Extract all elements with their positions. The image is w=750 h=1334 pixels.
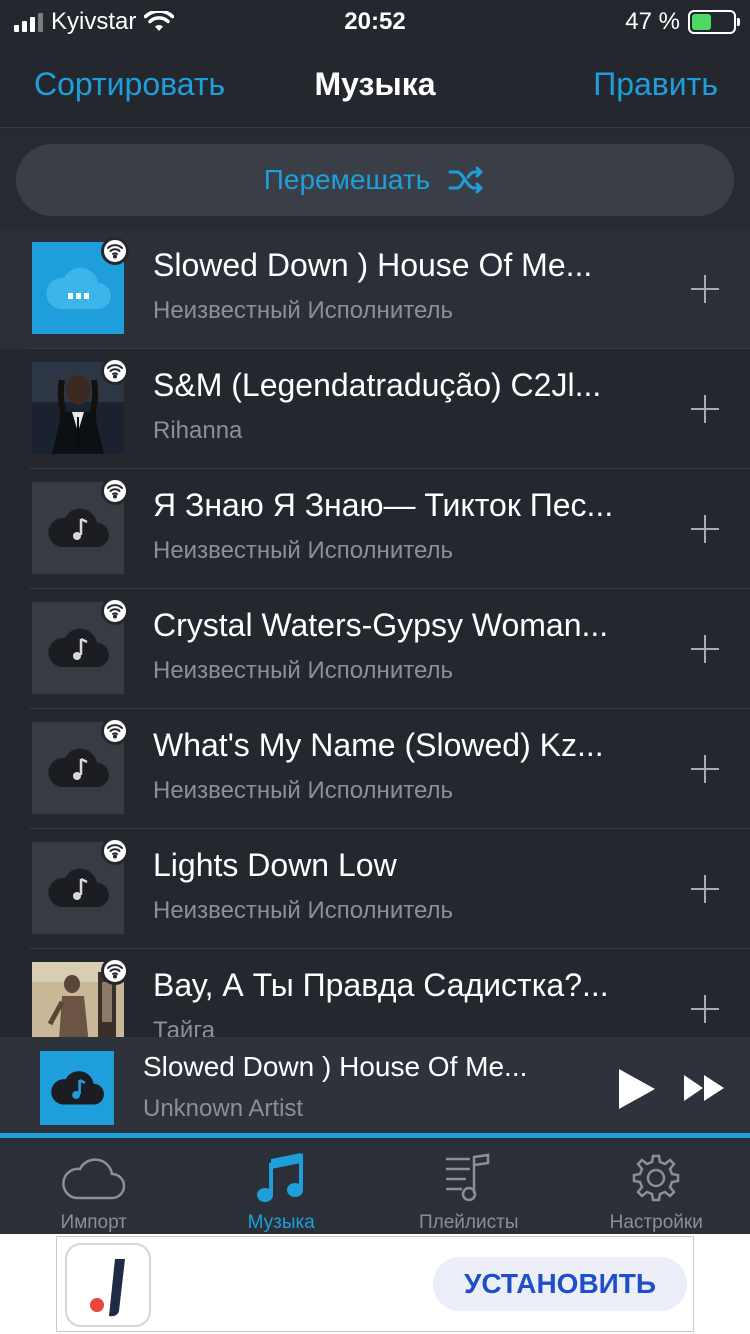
track-row[interactable]: Я Знаю Я Знаю— Тикток Пес... Неизвестный…	[0, 469, 750, 589]
app-logo-icon	[65, 1243, 151, 1327]
cloud-music-icon	[48, 868, 109, 907]
tab-import[interactable]: Импорт	[0, 1138, 188, 1234]
playlist-icon	[445, 1153, 489, 1202]
track-artist: Неизвестный Исполнитель	[153, 657, 453, 684]
add-icon[interactable]	[690, 754, 720, 784]
tab-music[interactable]: Музыка	[188, 1138, 376, 1234]
stream-badge-icon	[101, 597, 129, 625]
stream-badge-icon	[101, 957, 129, 985]
stream-badge-icon	[101, 837, 129, 865]
track-title: Lights Down Low	[153, 847, 397, 883]
edit-button[interactable]: Править	[593, 66, 718, 103]
add-icon[interactable]	[690, 874, 720, 904]
shuffle-label: Перемешать	[263, 164, 431, 195]
cloud-music-icon	[48, 628, 109, 667]
track-title: S&M (Legendatradução) C2Jl...	[153, 367, 602, 403]
track-row[interactable]: S&M (Legendatradução) C2Jl... Rihanna	[0, 349, 750, 469]
track-artist: Rihanna	[153, 417, 243, 444]
add-icon[interactable]	[690, 994, 720, 1024]
now-playing-title: Slowed Down ) House Of Me...	[143, 1051, 528, 1082]
stream-badge-icon	[101, 357, 129, 385]
fast-forward-icon[interactable]	[682, 1073, 726, 1103]
tab-label: Настройки	[609, 1212, 703, 1233]
track-title: What's My Name (Slowed) Kz...	[153, 727, 604, 763]
stream-badge-icon	[101, 237, 129, 265]
install-button[interactable]: УСТАНОВИТЬ	[433, 1257, 687, 1311]
now-playing-artwork	[40, 1051, 114, 1125]
status-bar: Kyivstar 20:52 47 %	[0, 0, 750, 42]
cloud-music-icon	[48, 508, 109, 547]
shuffle-section: Перемешать	[0, 129, 750, 229]
add-icon[interactable]	[690, 634, 720, 664]
tab-label: Импорт	[60, 1212, 127, 1233]
cloud-music-icon	[48, 748, 109, 787]
track-row[interactable]: Slowed Down ) House Of Me... Неизвестный…	[0, 229, 750, 349]
navigation-bar: Сортировать Музыка Править	[0, 42, 750, 128]
track-list: Slowed Down ) House Of Me... Неизвестный…	[0, 229, 750, 1037]
shuffle-button[interactable]: Перемешать	[16, 144, 734, 216]
track-artist: Неизвестный Исполнитель	[153, 297, 453, 324]
mini-player[interactable]: Slowed Down ) House Of Me... Unknown Art…	[0, 1037, 750, 1139]
cloud-icon	[61, 1158, 125, 1200]
track-row[interactable]: What's My Name (Slowed) Kz... Неизвестны…	[0, 709, 750, 829]
sort-button[interactable]: Сортировать	[34, 66, 225, 103]
track-artist: Тайга	[153, 1017, 215, 1037]
tab-label: Музыка	[247, 1212, 315, 1233]
track-title: Я Знаю Я Знаю— Тикток Пес...	[153, 487, 614, 523]
ad-banner[interactable]: УСТАНОВИТЬ	[0, 1234, 750, 1334]
ad-container[interactable]: УСТАНОВИТЬ	[56, 1236, 694, 1332]
track-title: Slowed Down ) House Of Me...	[153, 247, 593, 283]
track-row[interactable]: Crystal Waters-Gypsy Woman... Неизвестны…	[0, 589, 750, 709]
tab-playlists[interactable]: Плейлисты	[375, 1138, 563, 1234]
track-artist: Неизвестный Исполнитель	[153, 777, 453, 804]
stream-badge-icon	[101, 717, 129, 745]
track-title: Crystal Waters-Gypsy Woman...	[153, 607, 609, 643]
track-title: Вау, А Ты Правда Садистка?...	[153, 967, 609, 1003]
track-row[interactable]: Вау, А Ты Правда Садистка?... Тайга	[0, 949, 750, 1037]
gear-icon	[633, 1154, 680, 1202]
track-row[interactable]: Lights Down Low Неизвестный Исполнитель	[0, 829, 750, 949]
tab-bar: Импорт Музыка Плейлисты Настройки	[0, 1138, 750, 1234]
add-icon[interactable]	[690, 274, 720, 304]
tab-label: Плейлисты	[419, 1212, 519, 1233]
battery-icon	[688, 10, 740, 34]
shuffle-icon	[448, 166, 483, 194]
stream-badge-icon	[101, 477, 129, 505]
cloud-loading-icon	[46, 267, 111, 309]
add-icon[interactable]	[690, 514, 720, 544]
tab-settings[interactable]: Настройки	[563, 1138, 750, 1234]
status-right: 47 %	[625, 8, 740, 36]
music-notes-icon	[257, 1153, 304, 1202]
add-icon[interactable]	[690, 394, 720, 424]
track-artist: Неизвестный Исполнитель	[153, 897, 453, 924]
cloud-music-icon	[51, 1071, 104, 1105]
play-icon[interactable]	[615, 1067, 657, 1111]
battery-percent: 47 %	[625, 8, 680, 35]
track-artist: Неизвестный Исполнитель	[153, 537, 453, 564]
now-playing-artist: Unknown Artist	[143, 1095, 304, 1122]
